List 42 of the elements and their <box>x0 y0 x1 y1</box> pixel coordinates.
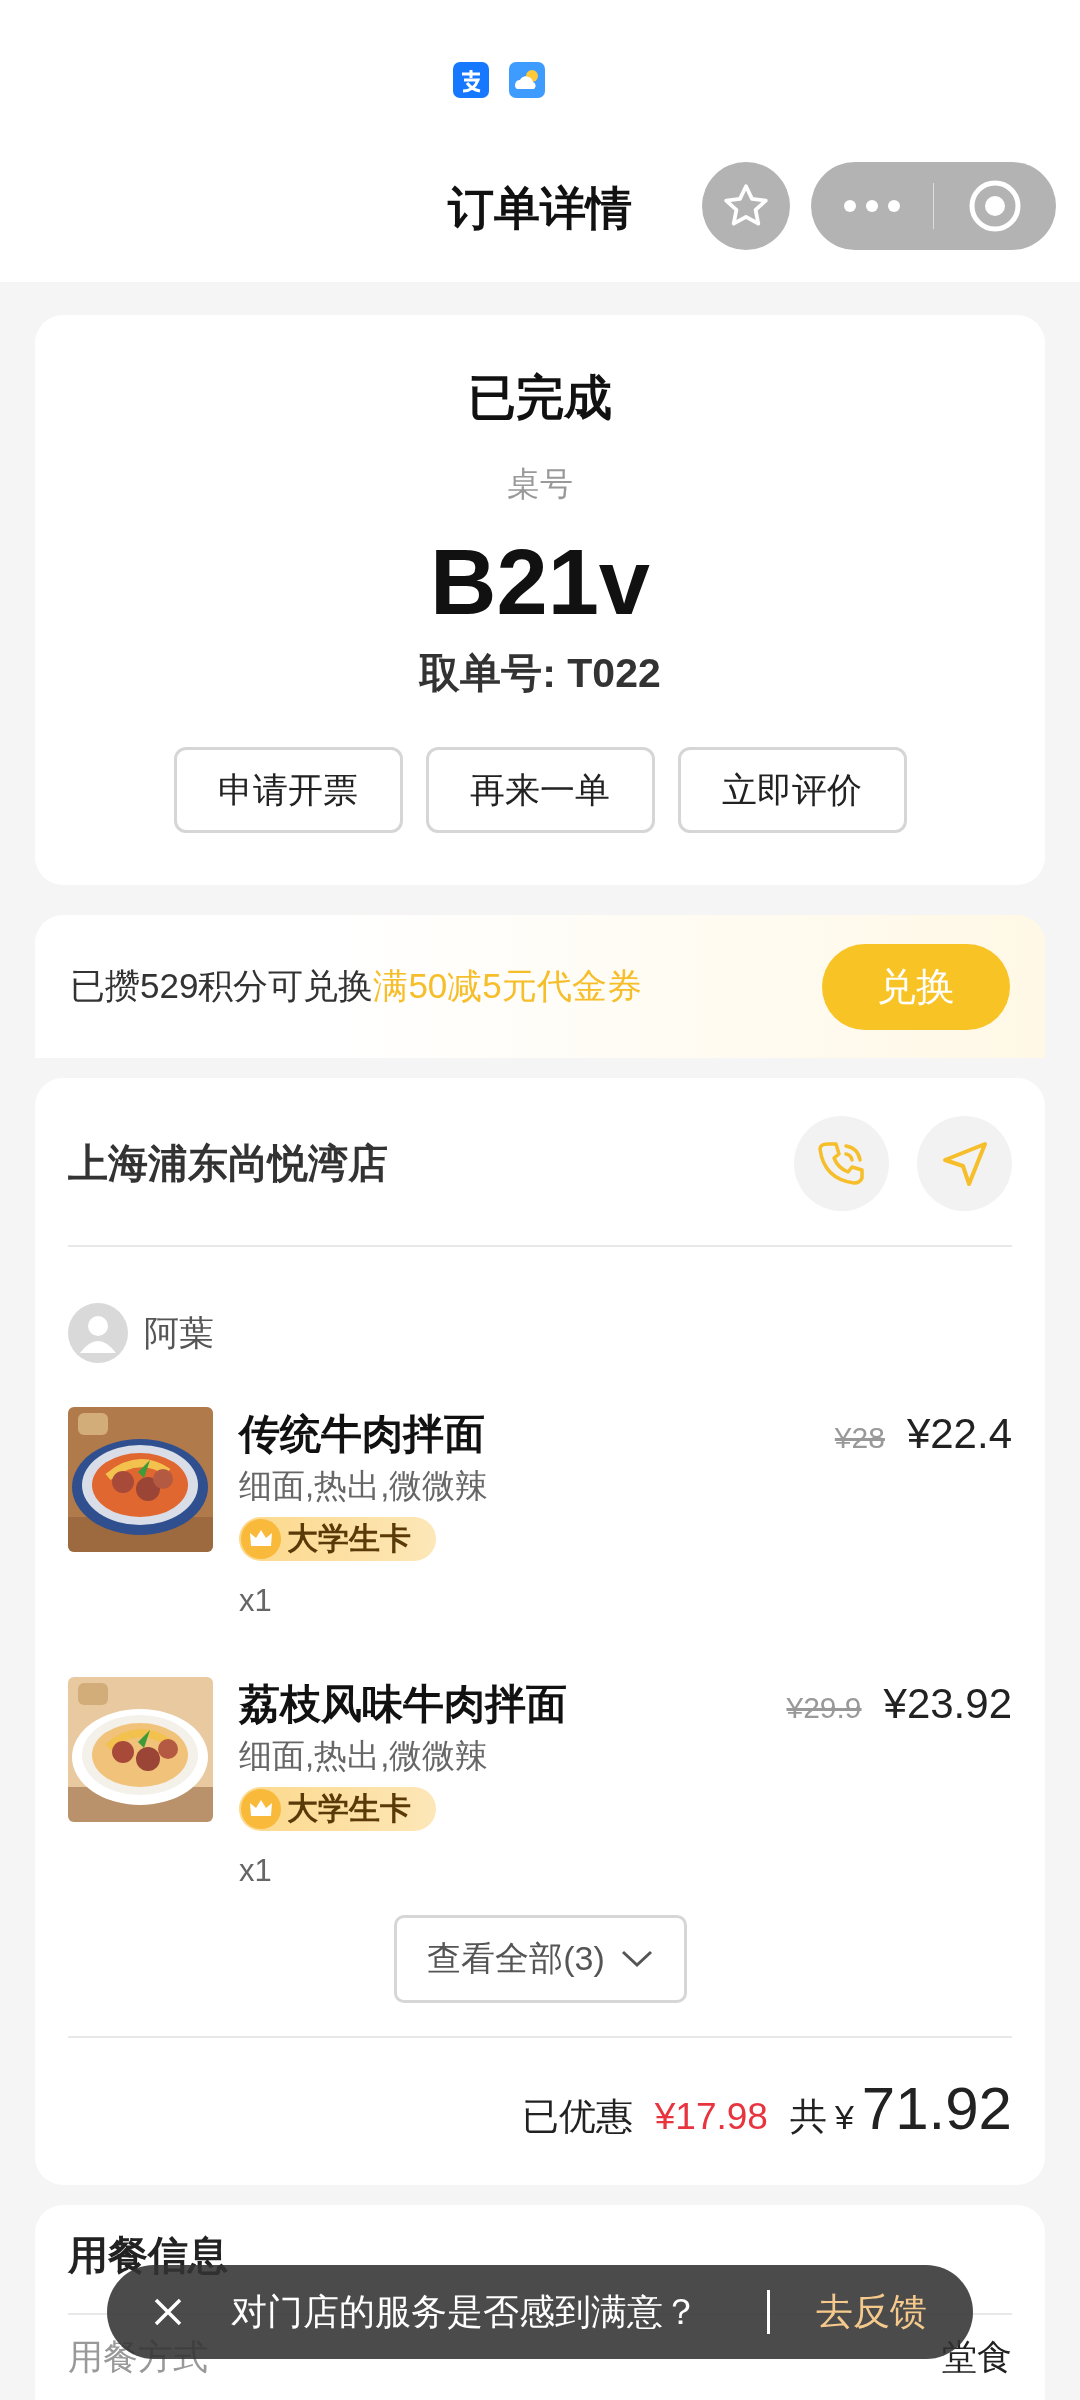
target-icon <box>968 179 1022 233</box>
item-name: 传统牛肉拌面 <box>239 1410 485 1459</box>
item-price: ¥22.4 <box>906 1410 1012 1458</box>
page-title: 订单详情 <box>448 181 632 236</box>
more-icon <box>843 199 901 213</box>
table-label: 桌号 <box>507 464 573 504</box>
discount-amount: ¥17.98 <box>654 2096 768 2138</box>
weather-icon <box>509 62 545 98</box>
discount-label: 已优惠 <box>521 2095 633 2139</box>
info-value: 堂食 <box>942 2337 1012 2377</box>
member-badge: 大学生卡 <box>239 1787 436 1831</box>
currency-symbol: ¥ <box>834 2098 854 2137</box>
action-button[interactable]: 再来一单 <box>425 747 655 833</box>
crown-icon <box>241 1789 281 1829</box>
crown-icon <box>241 1519 281 1559</box>
feedback-prompt: 对门店的服务是否感到满意？ <box>231 2289 700 2334</box>
table-number: B21v <box>430 530 650 635</box>
user-name: 阿葉 <box>144 1311 214 1354</box>
close-icon <box>153 2297 183 2327</box>
action-button[interactable]: 立即评价 <box>677 747 907 833</box>
original-price: ¥29.9 <box>786 1691 862 1725</box>
action-button[interactable]: 申请开票 <box>173 747 403 833</box>
total-label: 共 <box>789 2095 827 2139</box>
item-options: 细面,热出,微微辣 <box>239 1731 489 1781</box>
item-quantity: x1 <box>239 1852 272 1890</box>
item-options: 细面,热出,微微辣 <box>239 1461 489 1511</box>
feedback-link[interactable]: 去反馈 <box>816 2287 927 2337</box>
member-badge: 大学生卡 <box>239 1517 436 1561</box>
order-status: 已完成 <box>468 370 612 426</box>
original-price: ¥28 <box>834 1421 885 1455</box>
item-name: 荔枝风味牛肉拌面 <box>239 1680 567 1729</box>
view-all-button[interactable]: 查看全部(3) <box>393 1915 687 2003</box>
close-button[interactable] <box>153 2297 183 2327</box>
total-amount: 71.92 <box>861 2074 1012 2143</box>
pickup-number: 取单号: T022 <box>419 649 661 698</box>
item-quantity: x1 <box>239 1582 272 1620</box>
item-price: ¥23.92 <box>883 1680 1012 1728</box>
store-name: 上海浦东尚悦湾店 <box>68 1140 388 1187</box>
app-icon <box>453 62 489 98</box>
chevron-down-icon <box>620 1950 653 1968</box>
points-message: 已攒529积分可兑换满50减5元代金券 <box>70 965 642 1007</box>
avatar-icon <box>68 1303 128 1363</box>
